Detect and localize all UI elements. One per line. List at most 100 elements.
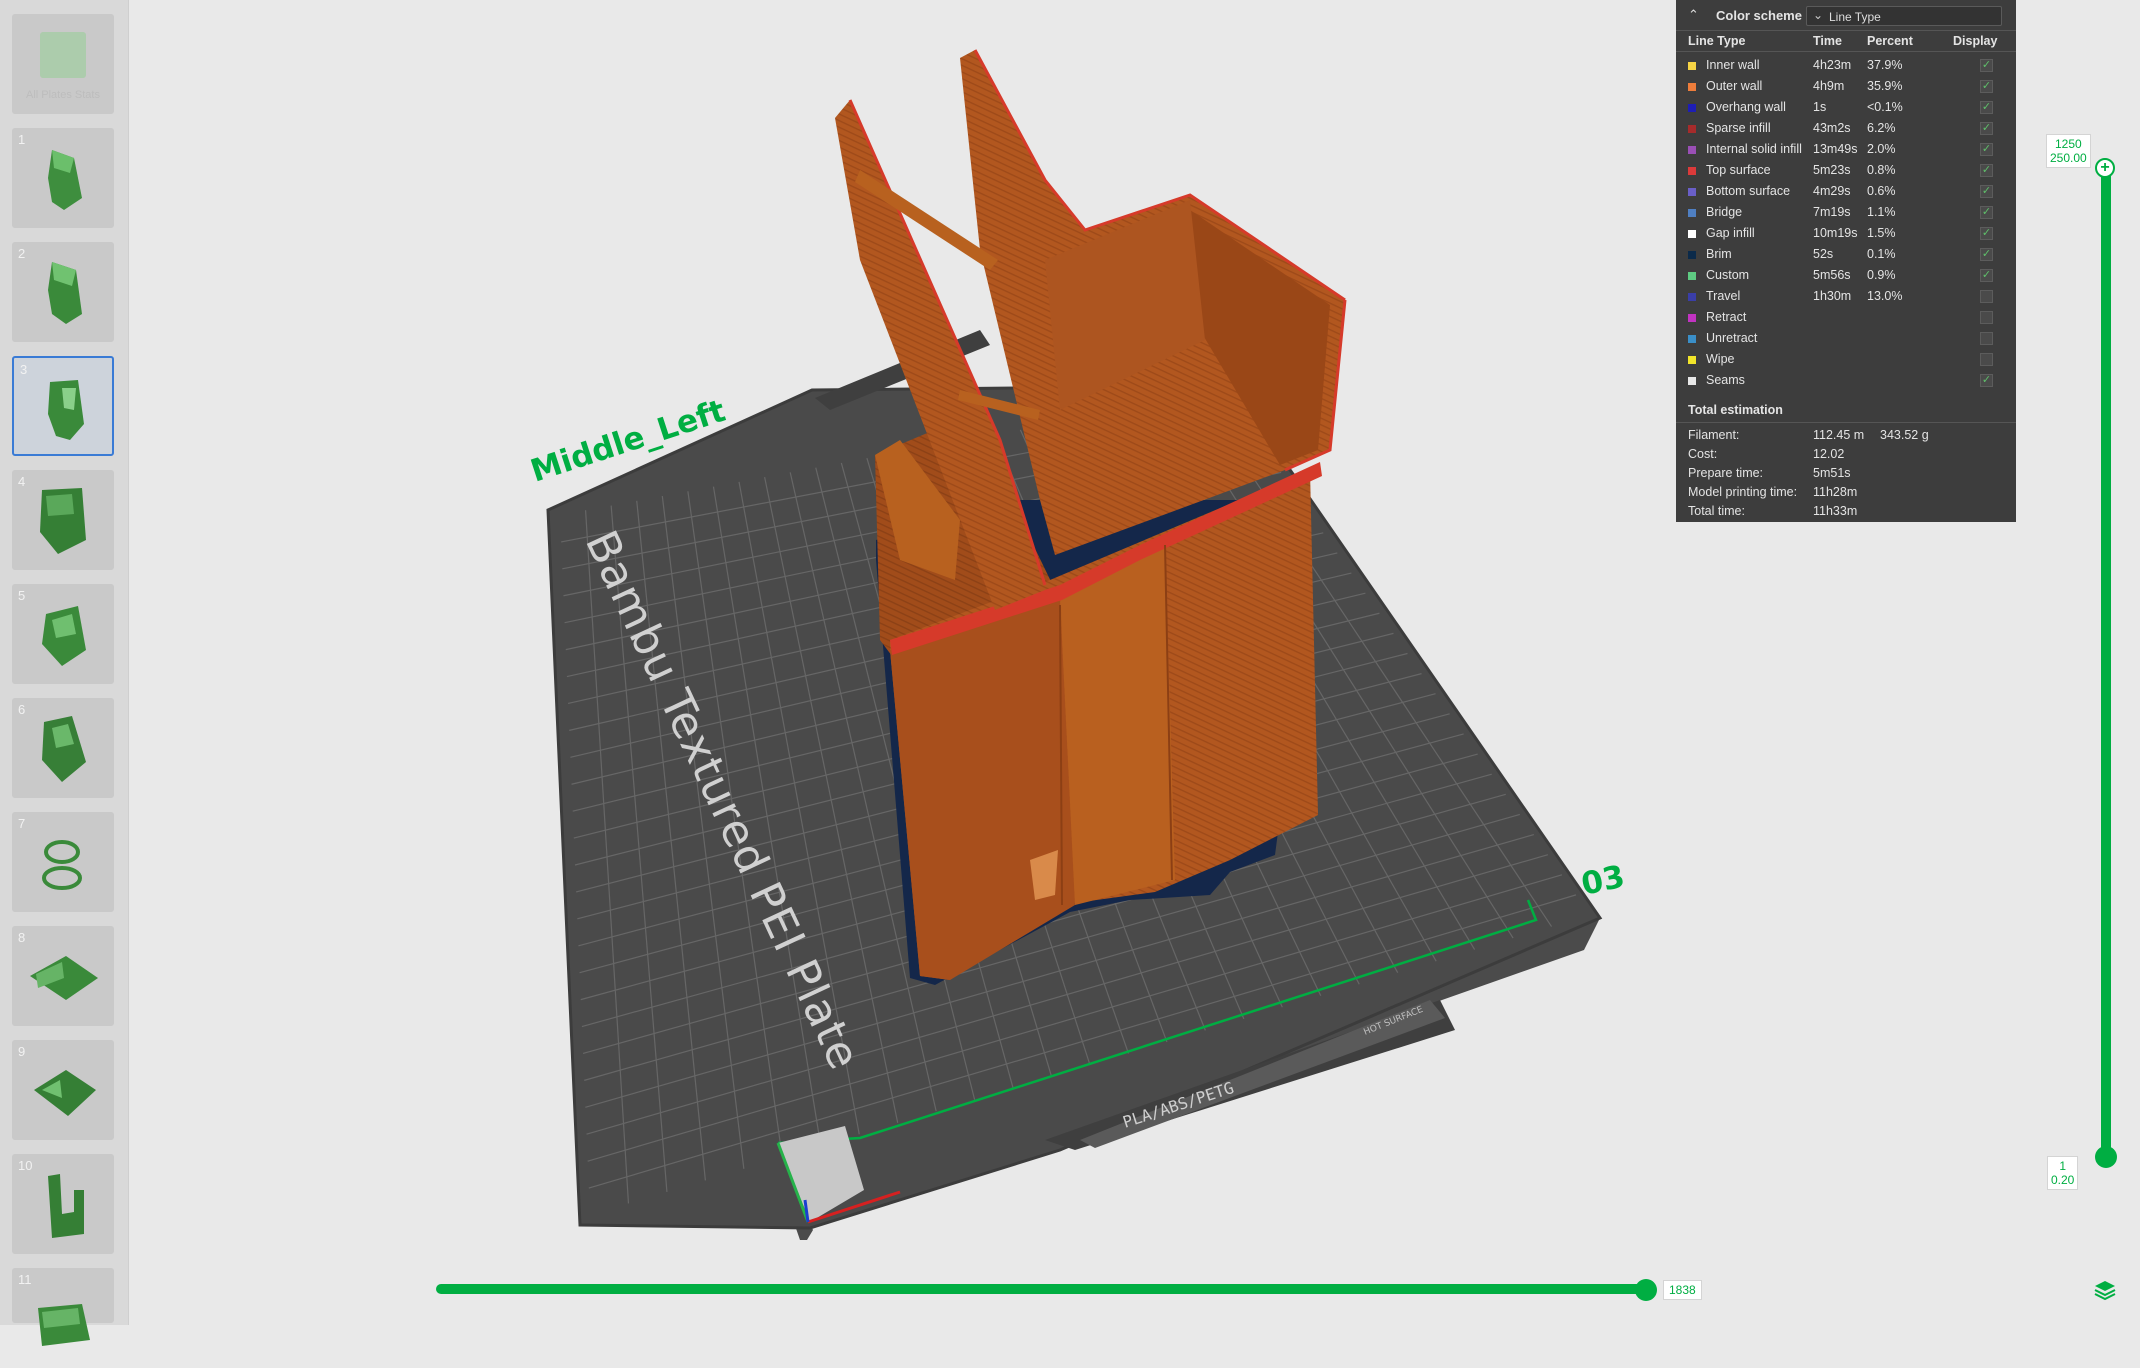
legend-row: Brim 52s 0.1% ✓ xyxy=(1676,244,2016,265)
total-estimation-header: Total estimation xyxy=(1676,400,2016,423)
display-checkbox[interactable]: ✓ xyxy=(1980,122,1993,135)
plate-thumb-4[interactable]: 4 xyxy=(12,470,114,570)
display-checkbox[interactable]: ✓ xyxy=(1980,59,1993,72)
plate-thumb-6[interactable]: 6 xyxy=(12,698,114,798)
line-type-swatch xyxy=(1688,167,1696,175)
plate-thumb-7[interactable]: 7 xyxy=(12,812,114,912)
plate-number: 3 xyxy=(20,362,28,377)
sliced-model[interactable] xyxy=(835,49,1347,985)
line-type-time: 5m23s xyxy=(1813,163,1851,177)
line-type-time: 10m19s xyxy=(1813,226,1858,240)
display-checkbox[interactable]: ✓ xyxy=(1980,164,1993,177)
total-row: Model printing time: 11h28m xyxy=(1676,482,2016,501)
total-row: Prepare time: 5m51s xyxy=(1676,463,2016,482)
legend-row: Custom 5m56s 0.9% ✓ xyxy=(1676,265,2016,286)
column-time: Time xyxy=(1813,34,1842,48)
plate-preview-icon xyxy=(40,488,86,554)
line-type-swatch xyxy=(1688,62,1696,70)
line-type-swatch xyxy=(1688,272,1696,280)
plate-list: All Plates Stats 1 2 3 4 5 6 7 8 9 10 11 xyxy=(0,0,129,1346)
line-type-time: 7m19s xyxy=(1813,205,1851,219)
display-checkbox[interactable]: ✓ xyxy=(1980,248,1993,261)
plate-thumb-all-stats[interactable]: All Plates Stats xyxy=(12,14,114,114)
line-type-time: 4h9m xyxy=(1813,79,1845,93)
display-checkbox[interactable] xyxy=(1980,290,1993,303)
line-type-swatch xyxy=(1688,293,1696,301)
line-type-time: 1h30m xyxy=(1813,289,1852,303)
layers-icon[interactable] xyxy=(2093,1278,2117,1302)
line-type-name: Inner wall xyxy=(1706,58,1760,72)
line-type-time: 5m56s xyxy=(1813,268,1851,282)
plate-preview-icon xyxy=(48,380,84,440)
display-checkbox[interactable]: ✓ xyxy=(1980,227,1993,240)
bottom-layer-height: 0.20 xyxy=(2051,1173,2075,1187)
line-type-swatch xyxy=(1688,377,1696,385)
plate-thumb-3[interactable]: 3 xyxy=(12,356,114,456)
collapse-chevron-icon[interactable]: ⌃ xyxy=(1688,7,1699,23)
plate-preview-icon xyxy=(30,956,98,1000)
line-type-swatch xyxy=(1688,230,1696,238)
plate-preview-icon xyxy=(48,150,82,210)
display-checkbox[interactable]: ✓ xyxy=(1980,269,1993,282)
line-type-name: Sparse infill xyxy=(1706,121,1771,135)
layer-slider-top-handle[interactable]: + xyxy=(2095,158,2115,178)
legend-row: Retract xyxy=(1676,307,2016,328)
total-label: Prepare time: xyxy=(1688,466,1764,480)
display-checkbox[interactable]: ✓ xyxy=(1980,185,1993,198)
legend-row: Unretract xyxy=(1676,328,2016,349)
display-checkbox[interactable]: ✓ xyxy=(1980,143,1993,156)
display-checkbox[interactable] xyxy=(1980,311,1993,324)
plate-thumb-5[interactable]: 5 xyxy=(12,584,114,684)
plate-thumb-1[interactable]: 1 xyxy=(12,128,114,228)
line-type-swatch xyxy=(1688,209,1696,217)
bottom-layer-number: 1 xyxy=(2059,1159,2067,1173)
total-value: 5m51s xyxy=(1813,466,1851,480)
line-type-name: Top surface xyxy=(1706,163,1771,177)
total-label: Model printing time: xyxy=(1688,485,1798,499)
display-checkbox[interactable]: ✓ xyxy=(1980,101,1993,114)
total-value: 11h33m xyxy=(1813,504,1858,518)
line-type-percent: 0.8% xyxy=(1867,163,1896,177)
line-type-time: 13m49s xyxy=(1813,142,1858,156)
viewport-3d[interactable]: Bambu Textured PEI Plate PLA/ABS/PETG HO… xyxy=(128,0,1668,1325)
line-type-percent: 1.5% xyxy=(1867,226,1896,240)
display-checkbox[interactable]: ✓ xyxy=(1980,80,1993,93)
plate-preview-icon xyxy=(42,840,82,890)
color-scheme-dropdown[interactable]: ⌄ Line Type xyxy=(1806,6,2002,26)
line-type-time: 4h23m xyxy=(1813,58,1852,72)
layer-slider-track[interactable] xyxy=(2101,168,2111,1156)
display-checkbox[interactable] xyxy=(1980,353,1993,366)
column-display: Display xyxy=(1953,34,1998,48)
line-type-swatch xyxy=(1688,356,1696,364)
legend-row: Top surface 5m23s 0.8% ✓ xyxy=(1676,160,2016,181)
line-type-percent: 13.0% xyxy=(1867,289,1903,303)
move-slider-handle[interactable] xyxy=(1635,1279,1657,1301)
layer-slider-bottom-handle[interactable] xyxy=(2095,1146,2117,1168)
total-label: Total time: xyxy=(1688,504,1745,518)
plate-thumb-8[interactable]: 8 xyxy=(12,926,114,1026)
plate-thumb-9[interactable]: 9 xyxy=(12,1040,114,1140)
line-type-percent: 1.1% xyxy=(1867,205,1896,219)
display-checkbox[interactable]: ✓ xyxy=(1980,206,1993,219)
display-checkbox[interactable] xyxy=(1980,332,1993,345)
line-type-swatch xyxy=(1688,125,1696,133)
line-type-swatch xyxy=(1688,314,1696,322)
line-type-time: 43m2s xyxy=(1813,121,1851,135)
move-slider-track[interactable] xyxy=(436,1284,1646,1294)
total-label: Filament: xyxy=(1688,428,1740,442)
line-type-time: 4m29s xyxy=(1813,184,1851,198)
plate-thumb-10[interactable]: 10 xyxy=(12,1154,114,1254)
total-label: Cost: xyxy=(1688,447,1718,461)
display-checkbox[interactable]: ✓ xyxy=(1980,374,1993,387)
line-type-swatch xyxy=(1688,83,1696,91)
plate-thumb-2[interactable]: 2 xyxy=(12,242,114,342)
plate-number: 1 xyxy=(18,132,26,147)
plate-number-label: 03 xyxy=(1578,859,1628,903)
plate-thumb-11[interactable]: 11 xyxy=(12,1268,114,1346)
line-type-percent: 35.9% xyxy=(1867,79,1903,93)
plate-preview-icon xyxy=(42,606,86,666)
total-value-secondary: 343.52 g xyxy=(1880,428,1929,442)
line-type-name: Brim xyxy=(1706,247,1732,261)
column-percent: Percent xyxy=(1867,34,1913,48)
line-type-percent: 6.2% xyxy=(1867,121,1896,135)
